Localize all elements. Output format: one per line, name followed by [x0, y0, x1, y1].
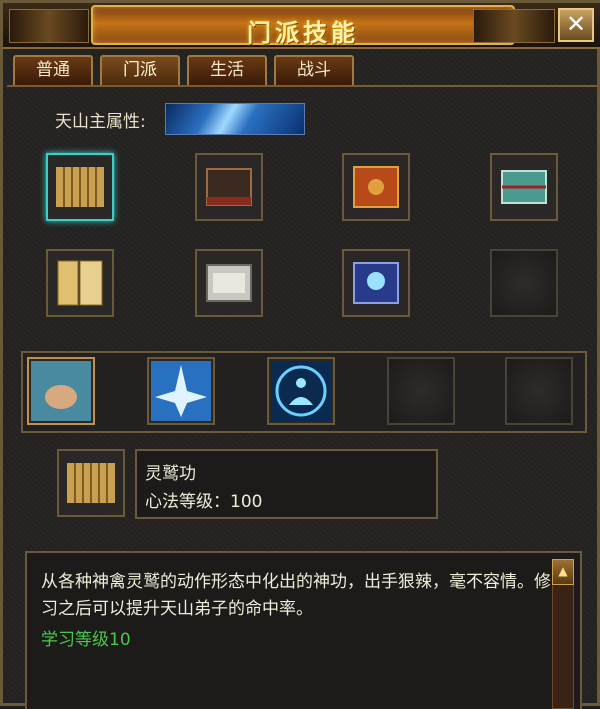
skill-slot-1[interactable]: [27, 357, 95, 425]
skill-slot-3[interactable]: [267, 357, 335, 425]
title-bar[interactable]: 门派技能 ✕: [3, 3, 600, 49]
scroll-slot-5[interactable]: [46, 249, 114, 317]
description-box: 从各种神禽灵鹫的动作形态中化出的神功，出手狠辣，毫不容情。修习之后可以提升天山弟…: [25, 551, 582, 709]
skill-info-box: 灵鹫功 心法等级：100: [135, 449, 438, 519]
scroll-slot-4[interactable]: [490, 153, 558, 221]
bamboo-scroll-icon: [56, 167, 104, 207]
scroll-slot-3[interactable]: [342, 153, 410, 221]
bamboo-scroll-icon: [67, 463, 115, 503]
skill-level: 心法等级：100: [145, 492, 263, 512]
tab-life[interactable]: 生活: [187, 55, 267, 85]
title-plate: 门派技能: [91, 5, 515, 47]
title-ornament-right: [473, 9, 555, 43]
skull-scroll-icon: [353, 262, 399, 304]
skill-window: 门派技能 ✕ 普通 门派 生活 战斗 天山主属性: 灵鹫功 心法等级：100 从…: [0, 0, 600, 709]
skill-description: 从各种神禽灵鹫的动作形态中化出的神功，出手狠辣，毫不容情。修习之后可以提升天山弟…: [41, 572, 551, 619]
tab-sect[interactable]: 门派: [100, 55, 180, 85]
selected-skill-icon: [57, 449, 125, 517]
tab-combat[interactable]: 战斗: [274, 55, 354, 85]
ice-element-icon: [165, 103, 305, 135]
arrow-up-icon: ▲: [558, 564, 568, 578]
scroll-up-button[interactable]: ▲: [552, 559, 574, 585]
close-icon: ✕: [565, 10, 587, 38]
tab-divider: [7, 85, 599, 87]
scroll-slot-8-empty[interactable]: [490, 249, 558, 317]
dark-tome-icon: [206, 168, 252, 206]
scroll-slot-6[interactable]: [195, 249, 263, 317]
scroll-slot-2[interactable]: [195, 153, 263, 221]
skill-slot-2[interactable]: [147, 357, 215, 425]
learn-level: 学习等级10: [41, 630, 131, 650]
skill-name: 灵鹫功: [145, 464, 196, 484]
attribute-label: 天山主属性:: [55, 112, 146, 132]
window-title: 门派技能: [247, 19, 359, 47]
tab-normal[interactable]: 普通: [13, 55, 93, 85]
skill-slot-5-empty[interactable]: [505, 357, 573, 425]
close-button[interactable]: ✕: [558, 8, 594, 42]
scripture-book-icon: [57, 260, 103, 306]
meditation-skill-icon: [271, 361, 331, 421]
scroll-slot-7[interactable]: [342, 249, 410, 317]
scroll-slot-1[interactable]: [46, 153, 114, 221]
skill-slot-4-empty[interactable]: [387, 357, 455, 425]
red-tome-icon: [353, 166, 399, 208]
teal-tome-icon: [501, 170, 547, 204]
fist-skill-icon: [31, 361, 91, 421]
silver-scroll-icon: [206, 264, 252, 302]
ice-burst-skill-icon: [151, 361, 211, 421]
title-ornament-left: [9, 9, 89, 43]
